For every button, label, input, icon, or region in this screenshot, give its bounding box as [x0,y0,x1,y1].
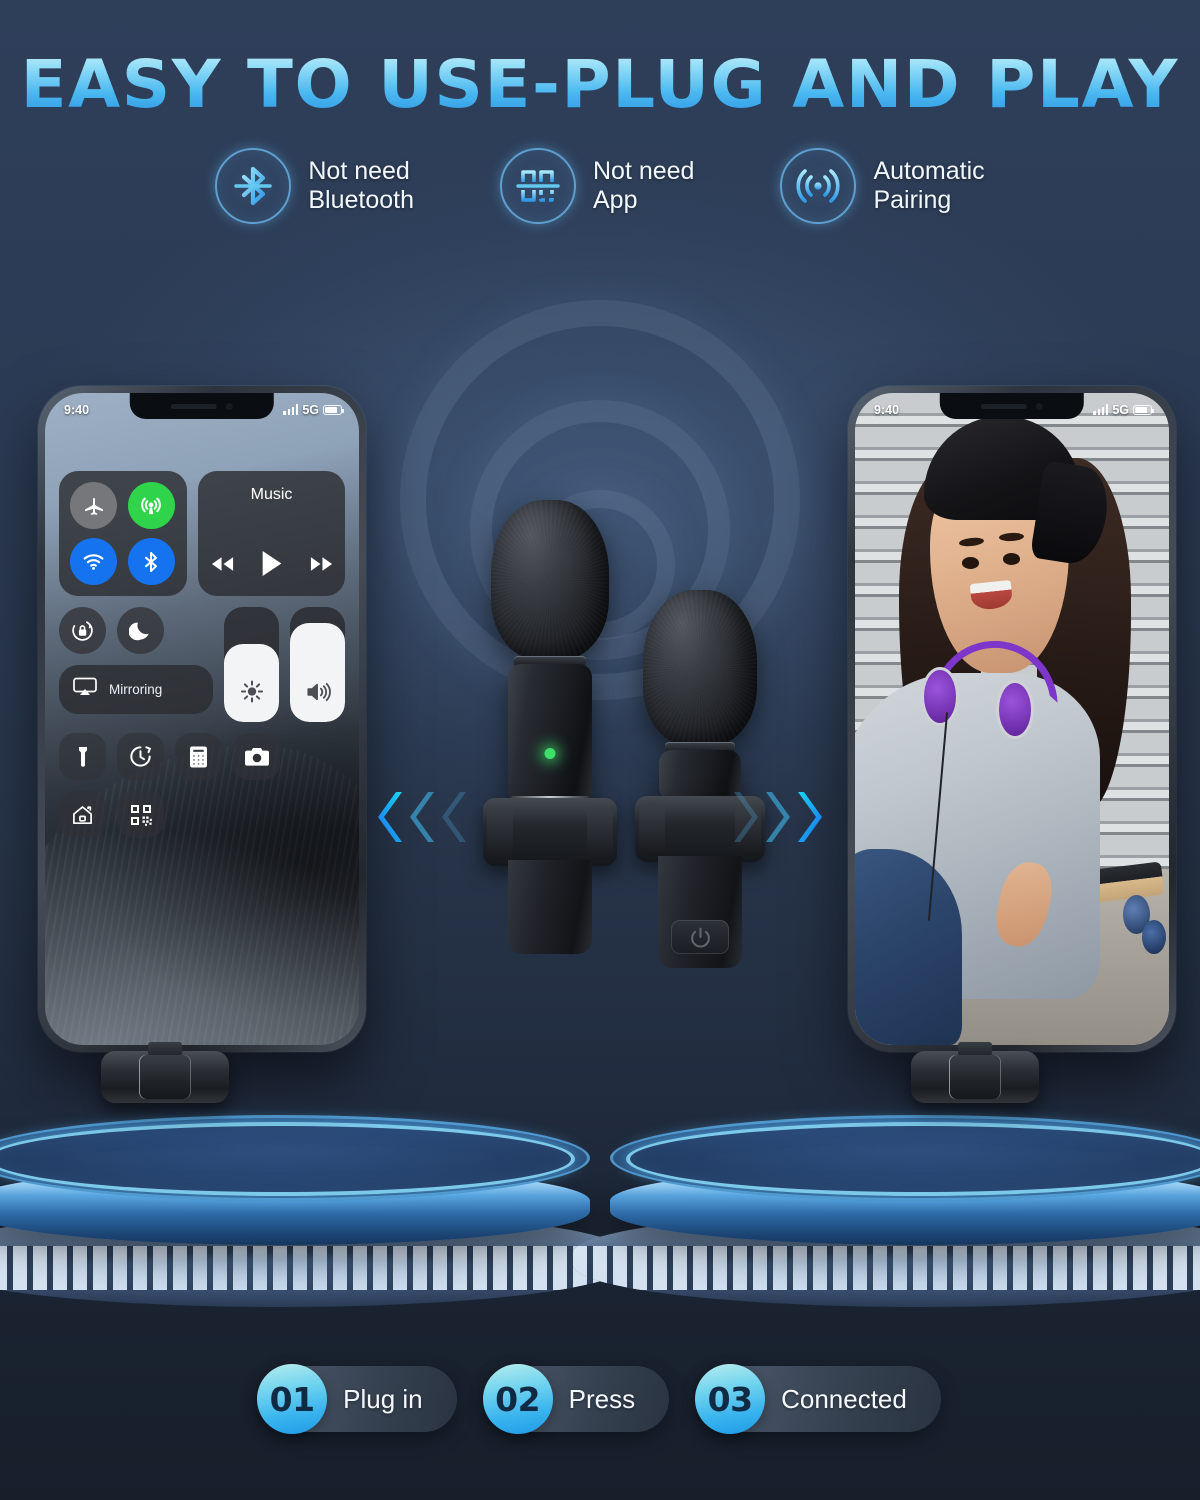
feature-row: Not need Bluetooth Not need App Automati… [0,148,1200,224]
wireless-signal-icon [780,148,857,224]
mic-back-clip [483,798,617,866]
music-widget[interactable]: Music [198,471,345,596]
step-number: 02 [482,1364,553,1434]
signal-bars-icon [1093,404,1109,415]
step-number: 03 [695,1364,766,1434]
network-type: 5G [1112,402,1129,417]
volume-slider[interactable] [290,607,345,722]
page-title: EASY TO USE-PLUG AND PLAY [20,46,1180,123]
mic-foam-windscreen [643,590,757,746]
fast-forward-icon[interactable] [309,555,334,578]
camera-preview-image [855,393,1169,1045]
green-status-led [544,748,556,759]
qr-code-icon[interactable] [117,791,164,838]
step-label: Plug in [343,1383,423,1414]
chevron-right-icon [732,790,822,844]
timer-icon[interactable] [117,733,164,780]
power-button-icon[interactable] [671,920,729,954]
bluetooth-icon[interactable] [127,538,175,585]
receiver-dongle-left [101,1051,229,1103]
connectivity-card [59,471,187,596]
brightness-icon [239,679,264,709]
feature-not-need-app: Not need App [500,148,694,224]
feature-label: Automatic Pairing [873,157,985,214]
status-time: 9:40 [874,402,900,417]
signal-bars-icon [283,404,299,415]
wifi-icon[interactable] [70,538,117,585]
screen-mirroring-icon [72,676,98,703]
shortcut-grid-row2 [59,791,345,838]
cellular-data-icon[interactable] [127,482,175,529]
feature-label: Not need Bluetooth [308,157,414,214]
notch [129,393,275,419]
step-item-03[interactable]: 03 Connected [695,1364,941,1434]
music-title: Music [250,486,293,503]
moon-icon[interactable] [117,607,164,654]
flashlight-icon[interactable] [59,733,106,780]
battery-icon [323,404,345,415]
mic-foam-windscreen [491,500,609,660]
product-infographic: EASY TO USE-PLUG AND PLAY Not need Bluet… [0,0,1200,1500]
bluetooth-disabled-icon [215,148,292,224]
control-center: Music Mirroring [59,471,345,849]
play-icon[interactable] [260,550,284,582]
battery-icon [1133,404,1155,415]
mirroring-label: Mirroring [109,682,163,697]
app-disabled-icon [500,148,576,224]
feature-automatic-pairing: Automatic Pairing [780,148,985,224]
step-label: Press [568,1383,636,1414]
chevron-left-icon [378,790,468,844]
step-item-02[interactable]: 02 Press [482,1364,670,1434]
airplane-mode-icon[interactable] [70,482,117,529]
step-item-01[interactable]: 01 Plug in [257,1364,457,1434]
rewind-icon[interactable] [210,555,235,578]
volume-icon [304,680,331,709]
network-type: 5G [302,402,319,417]
headline-container: EASY TO USE-PLUG AND PLAY [0,46,1200,123]
notch [939,393,1085,419]
podium-left [0,1115,628,1315]
feature-not-need-bluetooth: Not need Bluetooth [215,148,414,224]
shortcut-grid-row1 [59,733,345,780]
step-number: 01 [257,1364,328,1434]
mic-body [508,664,592,804]
rotation-lock-icon[interactable] [59,607,106,654]
screen-mirroring-button[interactable]: Mirroring [59,665,213,714]
steps-row: 01 Plug in 02 Press 03 Connected [0,1364,1200,1434]
video-preview-phone[interactable]: 9:40 5G [848,386,1176,1052]
control-center-phone[interactable]: 9:40 5G Music Mirroring [38,386,366,1052]
calculator-icon[interactable] [175,733,222,780]
status-time: 9:40 [64,402,90,417]
home-icon[interactable] [59,791,106,838]
feature-label: Not need App [593,157,695,214]
camera-icon[interactable] [233,733,280,780]
podium-right [572,1115,1200,1315]
step-label: Connected [781,1383,907,1414]
receiver-dongle-right [911,1051,1039,1103]
mic-body [659,750,741,800]
brightness-slider[interactable] [224,607,279,722]
